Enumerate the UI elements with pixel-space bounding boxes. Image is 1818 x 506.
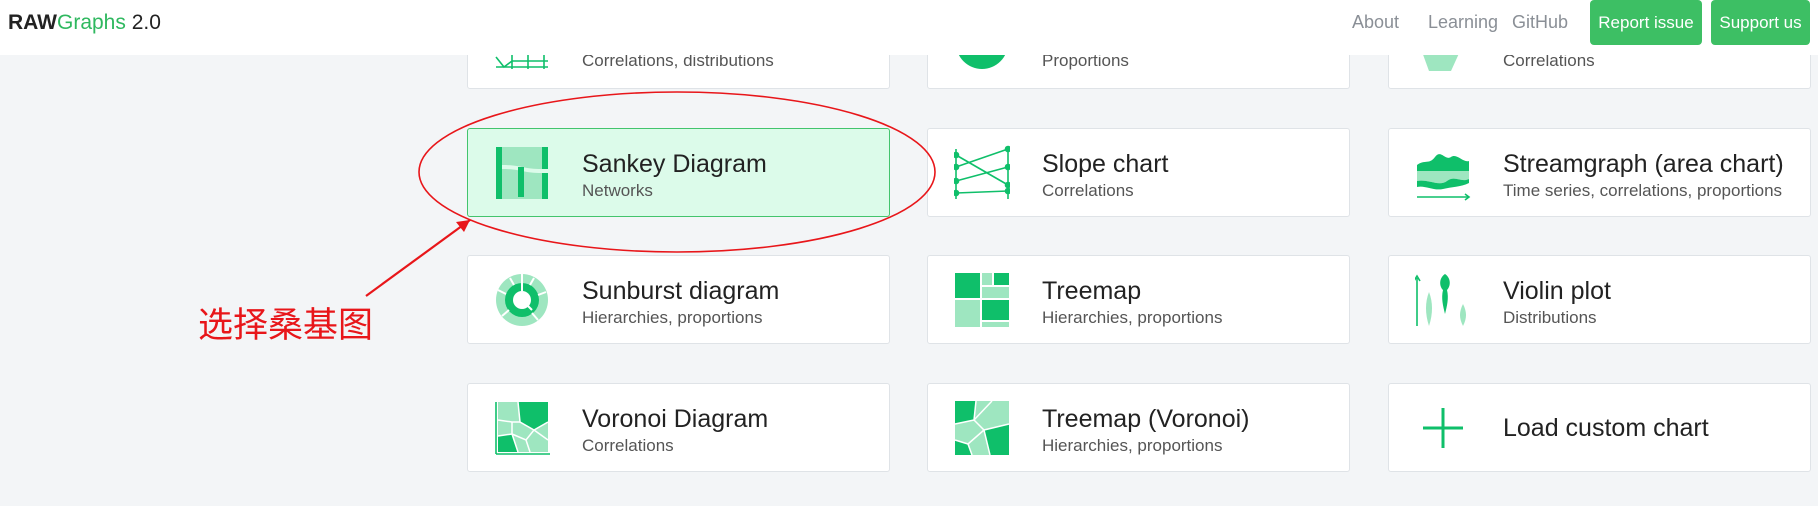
brand-logo[interactable]: RAWGraphs 2.0 — [8, 10, 161, 36]
annotation-arrow — [365, 219, 471, 297]
chart-card-title: Load custom chart — [1503, 414, 1709, 442]
sunburst-icon — [496, 274, 548, 326]
slope-chart-icon — [954, 145, 1010, 199]
annotation-label: 选择桑基图 — [198, 306, 374, 345]
chart-card-streamgraph[interactable]: Streamgraph (area chart) Time series, co… — [1388, 128, 1811, 217]
chart-card-title: Streamgraph (area chart) — [1503, 150, 1784, 178]
annotation-arrowhead — [456, 220, 470, 232]
chart-card-subtitle: Distributions — [1503, 308, 1597, 327]
chart-card-subtitle: Hierarchies, proportions — [1042, 308, 1223, 327]
chart-card-subtitle: Networks — [582, 181, 653, 200]
voronoi-icon — [495, 401, 550, 455]
brand-graphs: Graphs — [57, 11, 126, 34]
nav-link-learning[interactable]: Learning — [1428, 12, 1498, 32]
chart-card-title: Sunburst diagram — [582, 277, 780, 305]
chart-card-slope[interactable]: Slope chart Correlations — [927, 128, 1350, 217]
chart-card-subtitle: Time series, correlations, proportions — [1503, 181, 1783, 200]
chart-card-title: Violin plot — [1503, 277, 1611, 305]
chart-card-voronoi-treemap[interactable]: Treemap (Voronoi) Hierarchies, proportio… — [927, 383, 1350, 472]
top-navbar: RAWGraphs 2.0 About Learning GitHub Repo… — [0, 0, 1818, 55]
report-issue-button[interactable]: Report issue — [1590, 0, 1702, 45]
support-us-button[interactable]: Support us — [1711, 0, 1810, 45]
load-custom-chart-card[interactable]: Load custom chart — [1388, 383, 1811, 472]
brand-raw: RAW — [8, 11, 57, 34]
chart-card-violin[interactable]: Violin plot Distributions — [1388, 255, 1811, 344]
brand-version: 2.0 — [125, 11, 161, 34]
nav-link-about[interactable]: About — [1352, 12, 1399, 32]
chart-card-title: Treemap — [1042, 277, 1142, 305]
chart-card-sankey[interactable]: Sankey Diagram Networks — [467, 128, 890, 217]
chart-card-treemap[interactable]: Treemap Hierarchies, proportions — [927, 255, 1350, 344]
chart-card-sunburst[interactable]: Sunburst diagram Hierarchies, proportion… — [467, 255, 890, 344]
nav-link-github[interactable]: GitHub — [1512, 12, 1568, 32]
treemap-icon — [955, 273, 1009, 327]
plus-icon — [1423, 408, 1463, 448]
voronoi-treemap-icon — [954, 400, 1010, 456]
chart-card-voronoi[interactable]: Voronoi Diagram Correlations — [467, 383, 890, 472]
chart-card-title: Sankey Diagram — [582, 150, 767, 178]
streamgraph-icon — [1417, 154, 1471, 201]
chart-card-subtitle: Correlations — [1042, 181, 1134, 200]
chart-card-title: Voronoi Diagram — [582, 405, 769, 433]
chart-card-title: Treemap (Voronoi) — [1042, 405, 1250, 433]
chart-card-subtitle: Hierarchies, proportions — [1042, 436, 1223, 455]
chart-card-subtitle: Correlations — [582, 436, 674, 455]
sankey-icon — [496, 147, 548, 199]
violin-plot-icon — [1415, 274, 1466, 326]
chart-card-subtitle: Hierarchies, proportions — [582, 308, 763, 327]
chart-card-title: Slope chart — [1042, 150, 1169, 178]
